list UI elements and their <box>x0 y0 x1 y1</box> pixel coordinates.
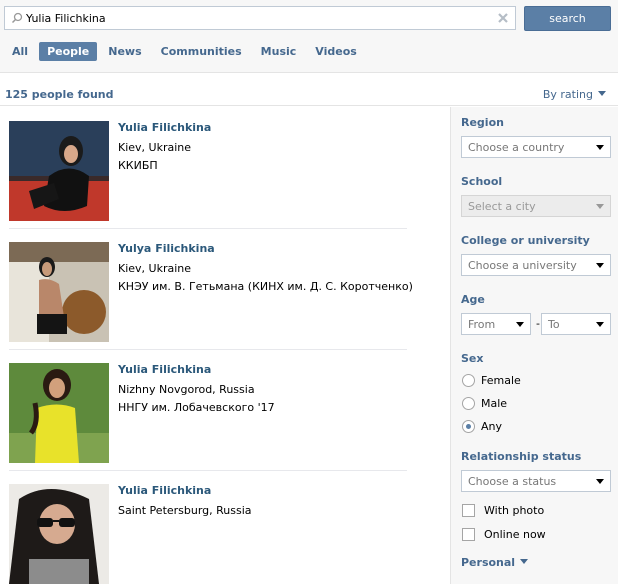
checkbox-label: Online now <box>484 527 546 541</box>
online-now-option[interactable]: Online now <box>462 527 546 541</box>
age-from-select[interactable]: From <box>461 313 531 335</box>
tab-news[interactable]: News <box>100 42 149 61</box>
person-name[interactable]: Yulya Filichkina <box>118 242 215 255</box>
search-tabs: All People News Communities Music Videos <box>4 41 368 61</box>
age-from-value: From <box>468 318 496 331</box>
sex-any-option[interactable]: Any <box>462 419 502 433</box>
person-name[interactable]: Yulia Filichkina <box>118 121 211 134</box>
sort-dropdown[interactable]: By rating <box>543 88 606 101</box>
college-select[interactable]: Choose a university <box>461 254 611 276</box>
school-label: School <box>461 175 503 188</box>
chevron-down-icon <box>596 479 604 484</box>
checkbox-label: With photo <box>484 503 545 517</box>
chevron-down-icon <box>596 204 604 209</box>
avatar[interactable] <box>9 484 109 584</box>
results-header: 125 people found By rating <box>0 84 618 106</box>
chevron-down-icon <box>596 145 604 150</box>
sex-female-option[interactable]: Female <box>462 373 521 387</box>
college-label: College or university <box>461 234 590 247</box>
age-label: Age <box>461 293 485 306</box>
person-name[interactable]: Yulia Filichkina <box>118 363 211 376</box>
region-select[interactable]: Choose a country <box>461 136 611 158</box>
chevron-down-icon <box>598 91 606 96</box>
avatar[interactable] <box>9 363 109 463</box>
tab-videos[interactable]: Videos <box>307 42 365 61</box>
search-input[interactable]: Yulia Filichkina <box>4 6 516 30</box>
list-item: Yulia Filichkina Saint Petersburg, Russi… <box>9 470 434 584</box>
relationship-value: Choose a status <box>468 475 557 488</box>
radio-any[interactable] <box>462 419 475 433</box>
radio-female[interactable] <box>462 373 475 387</box>
with-photo-checkbox[interactable] <box>462 503 475 517</box>
tab-music[interactable]: Music <box>253 42 305 61</box>
personal-label: Personal <box>461 556 516 569</box>
school-value: Select a city <box>468 200 536 213</box>
radio-label: Any <box>481 419 503 433</box>
chevron-down-icon <box>596 322 604 327</box>
age-to-value: To <box>548 318 560 331</box>
search-query: Yulia Filichkina <box>26 12 106 25</box>
radio-label: Male <box>481 396 508 410</box>
sort-label: By rating <box>542 88 593 101</box>
sex-label: Sex <box>461 352 484 365</box>
person-education: ККИБП <box>118 159 158 172</box>
filters-sidebar: Region Choose a country School Select a … <box>450 107 618 584</box>
tab-people[interactable]: People <box>39 41 98 61</box>
person-location: Nizhny Novgorod, Russia <box>118 383 255 396</box>
list-item: Yulya Filichkina Kiev, Ukraine КНЭУ им. … <box>9 228 434 350</box>
search-icon <box>11 12 23 24</box>
age-to-select[interactable]: To <box>541 313 611 335</box>
list-item: Yulia Filichkina Nizhny Novgorod, Russia… <box>9 349 434 471</box>
sex-male-option[interactable]: Male <box>462 396 507 410</box>
person-location: Kiev, Ukraine <box>118 141 192 154</box>
person-location: Saint Petersburg, Russia <box>118 504 252 517</box>
avatar[interactable] <box>9 242 109 342</box>
age-separator: - <box>536 317 540 330</box>
people-list: Yulia Filichkina Kiev, Ukraine ККИБП Yul… <box>0 107 450 584</box>
search-header: Yulia Filichkina search All People News … <box>0 0 618 73</box>
person-education: КНЭУ им. В. Гетьмана (КИНХ им. Д. С. Кор… <box>118 280 413 293</box>
tab-communities[interactable]: Communities <box>153 42 250 61</box>
relationship-label: Relationship status <box>461 450 582 463</box>
chevron-down-icon <box>516 322 524 327</box>
radio-male[interactable] <box>462 396 475 410</box>
radio-label: Female <box>481 373 521 387</box>
region-label: Region <box>461 116 504 129</box>
relationship-select[interactable]: Choose a status <box>461 470 611 492</box>
avatar[interactable] <box>9 121 109 221</box>
search-button[interactable]: search <box>524 6 611 31</box>
list-item: Yulia Filichkina Kiev, Ukraine ККИБП <box>9 107 434 229</box>
chevron-down-icon <box>520 559 529 564</box>
college-value: Choose a university <box>468 259 577 272</box>
person-education: ННГУ им. Лобачевского '17 <box>118 401 275 414</box>
online-now-checkbox[interactable] <box>462 527 475 541</box>
region-value: Choose a country <box>468 141 565 154</box>
with-photo-option[interactable]: With photo <box>462 503 544 517</box>
person-name[interactable]: Yulia Filichkina <box>118 484 211 497</box>
tab-all[interactable]: All <box>4 42 36 61</box>
chevron-down-icon <box>596 263 604 268</box>
results-count: 125 people found <box>5 88 114 101</box>
clear-icon[interactable] <box>497 12 509 24</box>
person-location: Kiev, Ukraine <box>118 262 192 275</box>
personal-toggle[interactable]: Personal <box>461 556 529 569</box>
school-select[interactable]: Select a city <box>461 195 611 217</box>
